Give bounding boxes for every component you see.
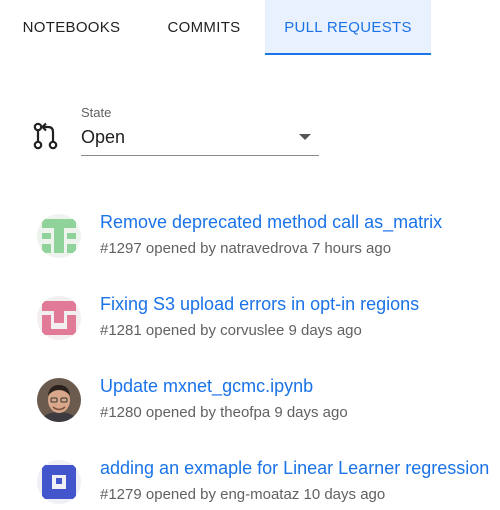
tab-bar: NOTEBOOKS COMMITS PULL REQUESTS — [0, 0, 500, 55]
pr-meta: #1280 opened by theofpa 9 days ago — [100, 404, 348, 421]
avatar — [37, 460, 81, 504]
tab-notebooks[interactable]: NOTEBOOKS — [0, 0, 143, 55]
identicon-pink-icon — [37, 296, 81, 340]
pr-list-item: adding an exmaple for Linear Learner reg… — [37, 458, 500, 510]
avatar — [37, 296, 81, 340]
avatar — [37, 378, 81, 422]
pr-meta: #1279 opened by eng-moataz 10 days ago — [100, 486, 386, 503]
pull-request-icon — [33, 122, 58, 150]
tab-pull-requests[interactable]: PULL REQUESTS — [265, 0, 431, 55]
identicon-blue-icon — [37, 460, 81, 504]
state-select[interactable]: Open — [81, 122, 319, 156]
pr-title-link[interactable]: Update mxnet_gcmc.ipynb — [100, 376, 313, 397]
pr-title-link[interactable]: Fixing S3 upload errors in opt-in region… — [100, 294, 419, 315]
identicon-green-icon — [37, 214, 81, 258]
pr-list-item: Fixing S3 upload errors in opt-in region… — [37, 294, 500, 350]
avatar — [37, 214, 81, 258]
pr-meta: #1297 opened by natravedrova 7 hours ago — [100, 240, 392, 257]
user-photo-icon — [37, 378, 81, 422]
pr-list-item: Remove deprecated method call as_matrix … — [37, 212, 500, 268]
state-selected-value: Open — [81, 127, 126, 147]
pr-meta: #1281 opened by corvuslee 9 days ago — [100, 322, 362, 339]
state-label: State — [81, 105, 112, 120]
pr-list-item: Update mxnet_gcmc.ipynb #1280 opened by … — [37, 376, 500, 432]
tab-commits[interactable]: COMMITS — [143, 0, 265, 55]
pr-title-link[interactable]: adding an exmaple for Linear Learner reg… — [100, 458, 489, 479]
pr-title-link[interactable]: Remove deprecated method call as_matrix — [100, 212, 442, 233]
dropdown-caret-icon — [299, 134, 311, 140]
